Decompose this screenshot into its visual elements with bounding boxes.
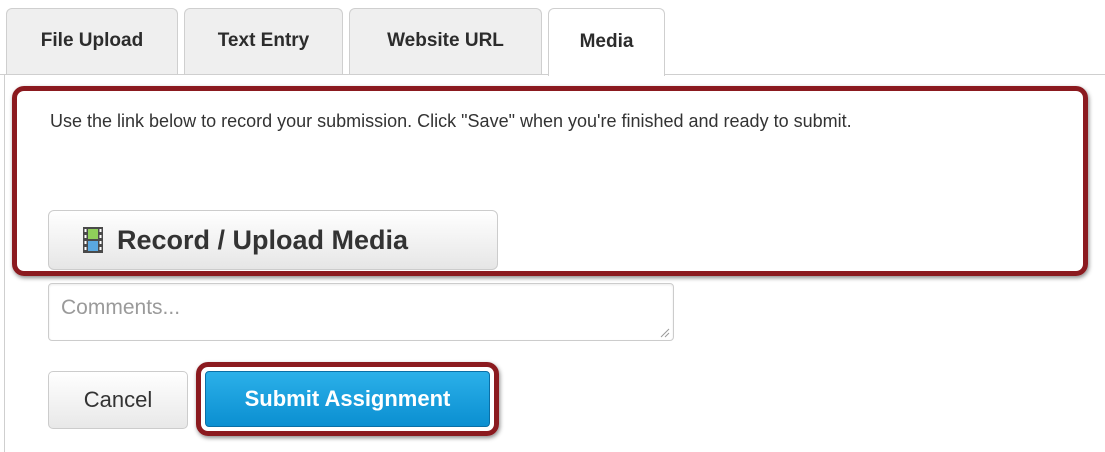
submit-assignment-button[interactable]: Submit Assignment	[205, 371, 490, 427]
cancel-button[interactable]: Cancel	[48, 371, 188, 429]
record-upload-media-label: Record / Upload Media	[117, 224, 409, 255]
tab-file-upload[interactable]: File Upload	[6, 8, 178, 74]
record-upload-media-button[interactable]: Record / Upload Media	[48, 210, 498, 270]
tab-website-url[interactable]: Website URL	[349, 8, 542, 74]
tab-media[interactable]: Media	[548, 8, 665, 76]
panel-border	[4, 75, 5, 452]
resize-grip-icon[interactable]	[658, 325, 670, 338]
media-instructions: Use the link below to record your submis…	[50, 111, 852, 131]
tab-text-entry[interactable]: Text Entry	[184, 8, 343, 74]
comments-field[interactable]	[48, 283, 674, 341]
film-icon	[83, 227, 103, 253]
comments-input[interactable]	[49, 284, 673, 340]
submission-type-tabs: File Upload Text Entry Website URL Media	[0, 0, 1105, 76]
